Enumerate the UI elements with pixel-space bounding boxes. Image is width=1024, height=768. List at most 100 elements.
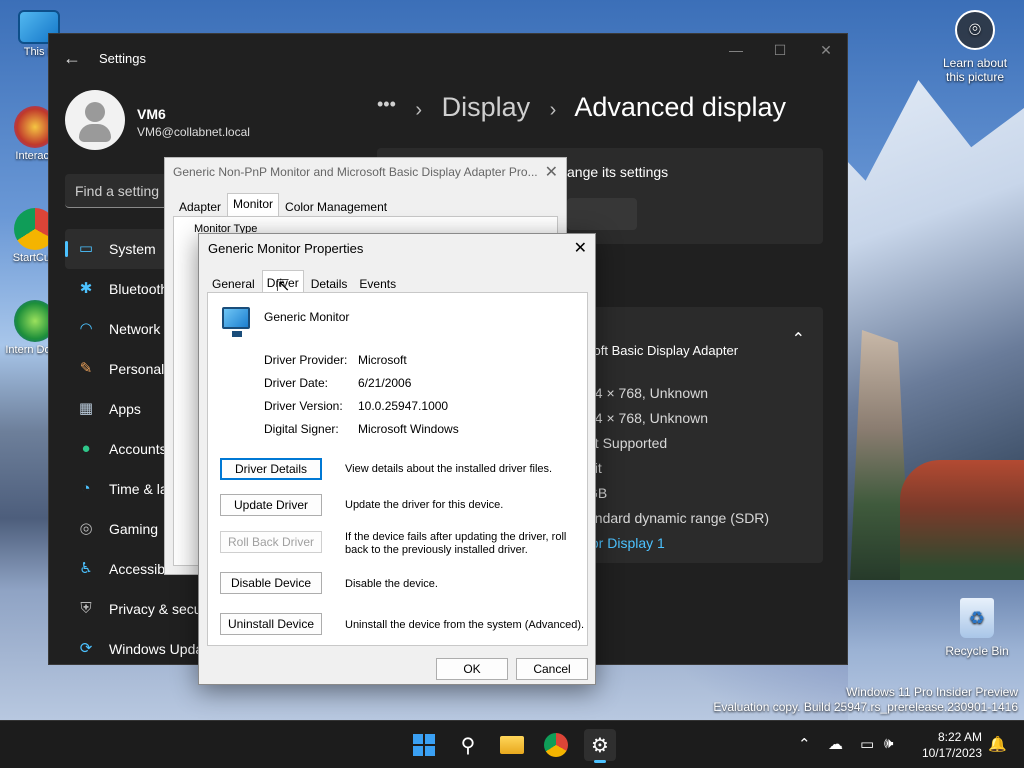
sidebar-item-label: Gaming bbox=[109, 521, 159, 537]
clock-time: 8:22 AM bbox=[937, 730, 982, 744]
user-name: VM6 bbox=[137, 106, 166, 122]
chevron-up-icon[interactable]: ⌃ bbox=[798, 735, 811, 753]
network-icon[interactable]: ▭ bbox=[860, 735, 874, 753]
camera-info-icon: ⌾ bbox=[955, 10, 995, 50]
learn-about-picture[interactable]: ⌾ Learn about this picture bbox=[940, 10, 1010, 84]
avatar-head bbox=[85, 102, 105, 122]
display-adapter-name: soft Basic Display Adapter bbox=[587, 343, 739, 358]
update-driver-description: Update the driver for this device. bbox=[345, 499, 504, 511]
apps-icon: ▦ bbox=[78, 400, 94, 417]
driver-provider-label: Driver Provider: bbox=[264, 353, 348, 367]
taskbar: ⚲ ⚙ ⌃ ☁ ▭ 🕪 8:22 AM 10/17/2023 🔔 bbox=[0, 720, 1024, 768]
ok-button[interactable]: OK bbox=[436, 658, 508, 680]
avatar[interactable] bbox=[65, 90, 125, 150]
info-row: bit bbox=[587, 460, 769, 485]
cloud-icon[interactable]: ☁ bbox=[828, 735, 843, 753]
file-explorer-icon[interactable] bbox=[496, 729, 528, 761]
search-icon[interactable]: ⚲ bbox=[452, 729, 484, 761]
taskbar-clock[interactable]: 8:22 AM 10/17/2023 bbox=[912, 729, 982, 761]
shield-icon: ⛨ bbox=[80, 600, 92, 617]
driver-date-value: 6/21/2006 bbox=[358, 376, 412, 390]
roll-back-driver-button[interactable]: Roll Back Driver bbox=[220, 531, 322, 553]
globe-clock-icon: ◔ bbox=[81, 480, 91, 497]
driver-version-value: 10.0.25947.1000 bbox=[358, 399, 449, 413]
update-driver-button[interactable]: Update Driver bbox=[220, 494, 322, 516]
chevron-up-icon[interactable]: ⌃ bbox=[792, 329, 805, 349]
driver-provider-value: Microsoft bbox=[358, 353, 407, 367]
back-arrow-icon[interactable]: ← bbox=[63, 48, 81, 69]
settings-titlebar[interactable]: ← Settings — ☐ ✕ bbox=[49, 34, 847, 82]
tab-color-management[interactable]: Color Management bbox=[279, 196, 393, 218]
uninstall-device-description: Uninstall the device from the system (Ad… bbox=[345, 619, 585, 631]
generic-monitor-properties-dialog: Generic Monitor Properties ✕ General Dri… bbox=[198, 233, 596, 685]
sidebar-item-label: Time & la bbox=[109, 481, 168, 497]
wifi-icon: ◠ bbox=[79, 320, 93, 337]
display-info-rows: 24 × 768, Unknown 24 × 768, Unknown ot S… bbox=[587, 385, 769, 560]
info-row: 24 × 768, Unknown bbox=[587, 385, 709, 401]
start-button[interactable] bbox=[408, 729, 440, 761]
settings-gear-icon[interactable]: ⚙ bbox=[584, 729, 616, 763]
disable-device-button[interactable]: Disable Device bbox=[220, 572, 322, 594]
sidebar-item-label: Privacy & secu bbox=[109, 601, 202, 617]
uninstall-device-button[interactable]: Uninstall Device bbox=[220, 613, 322, 635]
volume-icon[interactable]: 🕪 bbox=[884, 735, 893, 752]
driver-details-description: View details about the installed driver … bbox=[345, 463, 553, 475]
digital-signer-value: Microsoft Windows bbox=[358, 422, 459, 436]
sidebar-item-label: Windows Upda bbox=[109, 641, 204, 657]
notification-bell-icon[interactable]: 🔔 bbox=[988, 735, 1007, 753]
chrome-icon[interactable] bbox=[540, 729, 572, 761]
watermark-line-2: Evaluation copy. Build 25947.rs_prerelea… bbox=[713, 700, 1018, 714]
select-display-text: ange its settings bbox=[567, 164, 669, 180]
page-title: Advanced display bbox=[574, 92, 786, 122]
sidebar-item-privacy-security[interactable]: ⛨ Privacy & secu bbox=[65, 589, 205, 629]
search-input[interactable]: Find a setting bbox=[65, 174, 175, 208]
tab-monitor[interactable]: Monitor bbox=[227, 193, 280, 218]
roll-back-driver-description: If the device fails after updating the d… bbox=[345, 531, 567, 556]
windows-logo-icon bbox=[413, 734, 435, 756]
digital-signer-label: Digital Signer: bbox=[264, 422, 339, 436]
info-row: GB bbox=[587, 485, 608, 501]
monitor-icon bbox=[222, 307, 250, 337]
sidebar-item-label: Accounts bbox=[109, 441, 167, 457]
dialog-tabs: Adapter Monitor Color Management bbox=[173, 193, 393, 218]
gamepad-icon: ◎ bbox=[79, 520, 93, 537]
driver-version-label: Driver Version: bbox=[264, 399, 343, 413]
minimize-button[interactable]: — bbox=[721, 42, 751, 62]
close-button[interactable]: ✕ bbox=[811, 42, 841, 62]
dialog-title: Generic Monitor Properties bbox=[208, 241, 364, 256]
close-icon[interactable]: ✕ bbox=[545, 162, 558, 182]
info-row: andard dynamic range (SDR) bbox=[587, 510, 770, 526]
recycle-bin-label: Recycle Bin bbox=[945, 644, 1009, 658]
recycle-bin-icon: ♻ bbox=[960, 598, 994, 638]
display-dropdown[interactable] bbox=[567, 198, 637, 230]
breadcrumb-display-link[interactable]: Display bbox=[442, 92, 531, 122]
sidebar-item-windows-update[interactable]: ⟳ Windows Upda bbox=[65, 629, 205, 669]
update-icon: ⟳ bbox=[79, 640, 93, 657]
sidebar-item-label: Apps bbox=[109, 401, 141, 417]
driver-details-button[interactable]: Driver Details bbox=[220, 458, 322, 480]
device-name: Generic Monitor bbox=[264, 310, 350, 324]
info-row: 24 × 768, Unknown bbox=[587, 410, 709, 426]
breadcrumb-more-button[interactable]: ••• bbox=[377, 94, 396, 114]
tab-adapter[interactable]: Adapter bbox=[173, 196, 227, 218]
mouse-pointer-icon: ⇱ bbox=[276, 278, 290, 295]
clock-date: 10/17/2023 bbox=[921, 746, 982, 760]
chevron-right-icon: › bbox=[415, 99, 423, 121]
sidebar-item-label: Network bbox=[109, 321, 161, 337]
person-icon: ● bbox=[81, 440, 91, 457]
wallpaper-trees bbox=[900, 460, 1024, 580]
cancel-button[interactable]: Cancel bbox=[516, 658, 588, 680]
chevron-right-icon: › bbox=[549, 99, 557, 121]
monitor-icon: ▭ bbox=[78, 240, 94, 257]
maximize-button[interactable]: ☐ bbox=[765, 42, 795, 62]
driver-tab-panel: Generic Monitor Driver Provider: Microso… bbox=[207, 292, 588, 646]
brush-icon: ✎ bbox=[79, 360, 93, 377]
disable-device-description: Disable the device. bbox=[345, 578, 438, 590]
learn-about-picture-label: Learn about this picture bbox=[942, 56, 1008, 84]
adapter-properties-link[interactable]: for Display 1 bbox=[587, 535, 769, 560]
sidebar-item-label: Bluetooth bbox=[109, 281, 169, 297]
info-row: ot Supported bbox=[587, 435, 668, 451]
close-icon[interactable]: ✕ bbox=[574, 238, 587, 258]
breadcrumb: ••• › Display › Advanced display bbox=[377, 92, 786, 123]
desktop-icon-recycle-bin[interactable]: ♻ Recycle Bin bbox=[942, 598, 1012, 658]
